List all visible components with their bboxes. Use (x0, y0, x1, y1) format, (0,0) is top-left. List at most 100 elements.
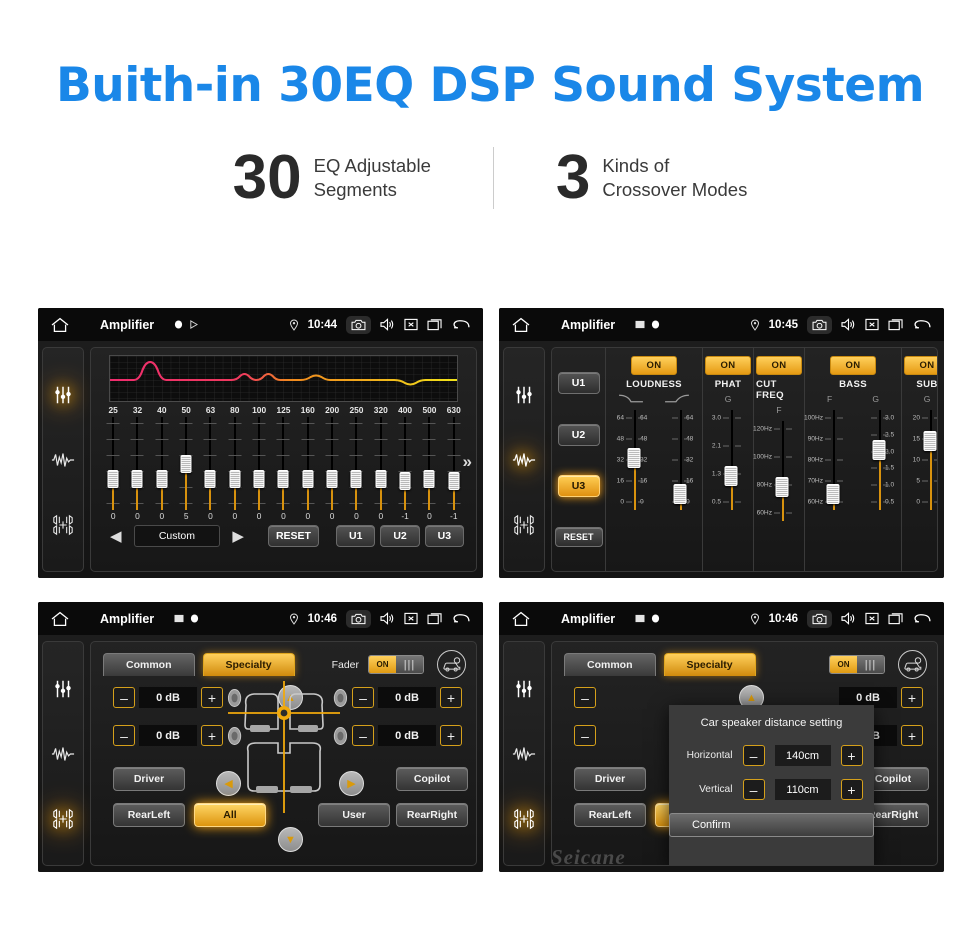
eq-slider-band-32[interactable] (125, 417, 149, 510)
slider-knob[interactable] (775, 477, 789, 497)
camera-icon[interactable] (346, 315, 371, 334)
preset-u1-button[interactable]: U1 (336, 525, 376, 547)
close-box-icon[interactable] (865, 318, 879, 331)
preset-u2-button[interactable]: U2 (380, 525, 420, 547)
minus-button[interactable]: – (352, 725, 374, 746)
position-rearleft-button[interactable]: RearLeft (574, 803, 646, 827)
slider-knob[interactable] (923, 431, 937, 451)
back-arrow-icon[interactable] (913, 612, 932, 625)
slider-knob[interactable] (180, 455, 192, 473)
volume-icon[interactable] (841, 318, 856, 331)
eq-slider-band-400[interactable] (393, 417, 417, 510)
back-arrow-icon[interactable] (452, 612, 471, 625)
position-user-button[interactable]: User (318, 803, 390, 827)
back-arrow-icon[interactable] (452, 318, 471, 331)
slider-knob[interactable] (448, 472, 460, 490)
preset-u2-button[interactable]: U2 (557, 423, 600, 446)
position-rearleft-button[interactable]: RearLeft (113, 803, 185, 827)
home-icon[interactable] (511, 317, 531, 333)
eq-slider-band-125[interactable] (271, 417, 295, 510)
waveform-icon[interactable] (511, 741, 537, 767)
slider-knob[interactable] (277, 470, 289, 488)
preset-u1-button[interactable]: U1 (557, 371, 600, 394)
slider-knob[interactable] (131, 470, 143, 488)
car-gear-icon[interactable] (437, 650, 466, 679)
dsp-slider[interactable]: 3.0 2.5 2.0 1.5 1.0 0.5 (853, 406, 899, 514)
slider-knob[interactable] (872, 440, 886, 460)
eq-slider-band-25[interactable] (101, 417, 125, 510)
right-triangle-icon[interactable]: ▶ (225, 527, 251, 545)
position-driver-button[interactable]: Driver (574, 767, 646, 791)
slider-knob[interactable] (204, 470, 216, 488)
power-toggle-button[interactable]: ON (904, 356, 937, 375)
balance-icon[interactable] (50, 512, 76, 538)
eq-slider-band-100[interactable] (247, 417, 271, 510)
dsp-slider[interactable]: 644832160644832160 (608, 406, 654, 514)
minus-button[interactable]: – (574, 687, 596, 708)
minus-button[interactable]: – (742, 745, 765, 766)
power-toggle-button[interactable]: ON (631, 356, 677, 375)
dsp-slider[interactable]: 3.0 2.1 1.3 0.5 (705, 406, 751, 514)
slider-knob[interactable] (229, 470, 241, 488)
equalizer-icon[interactable] (50, 676, 76, 702)
preset-display[interactable]: Custom (133, 525, 221, 547)
slider-knob[interactable] (326, 470, 338, 488)
plus-button[interactable]: + (201, 687, 223, 708)
eq-slider-band-200[interactable] (320, 417, 344, 510)
position-copilot-button[interactable]: Copilot (396, 767, 468, 791)
double-chevron-right-icon[interactable]: » (463, 452, 472, 472)
slider-knob[interactable] (724, 466, 738, 486)
eq-slider-band-320[interactable] (369, 417, 393, 510)
tab-specialty[interactable]: Specialty (202, 653, 295, 676)
dsp-slider[interactable]: 120Hz 100Hz 80Hz 60Hz (753, 417, 802, 525)
camera-icon[interactable] (346, 609, 371, 628)
plus-button[interactable]: + (201, 725, 223, 746)
eq-slider-band-50[interactable] (174, 417, 198, 510)
position-rearright-button[interactable]: RearRight (396, 803, 468, 827)
slider-knob[interactable] (423, 470, 435, 488)
close-box-icon[interactable] (865, 612, 879, 625)
camera-icon[interactable] (807, 315, 832, 334)
volume-icon[interactable] (841, 612, 856, 625)
eq-slider-band-250[interactable] (344, 417, 368, 510)
equalizer-icon[interactable] (50, 382, 76, 408)
plus-button[interactable]: + (901, 687, 923, 708)
car-gear-icon[interactable] (898, 650, 927, 679)
slider-knob[interactable] (826, 484, 840, 504)
eq-slider-band-500[interactable] (417, 417, 441, 510)
position-all-button[interactable]: All (194, 803, 266, 827)
dsp-slider[interactable]: 20 15 10 5 0 (904, 406, 937, 514)
preset-u3-button[interactable]: U3 (557, 475, 600, 498)
camera-icon[interactable] (807, 609, 832, 628)
balance-icon[interactable] (511, 806, 537, 832)
slider-knob[interactable] (627, 448, 641, 468)
power-toggle-button[interactable]: ON (705, 356, 751, 375)
reset-button[interactable]: RESET (554, 527, 603, 548)
minus-button[interactable]: – (352, 687, 374, 708)
minus-button[interactable]: – (742, 779, 765, 800)
equalizer-icon[interactable] (511, 676, 537, 702)
plus-button[interactable]: + (440, 725, 462, 746)
equalizer-icon[interactable] (511, 382, 537, 408)
right-triangle-icon[interactable]: ▶ (339, 771, 364, 796)
waveform-icon[interactable] (50, 741, 76, 767)
eq-slider-bank[interactable] (101, 417, 466, 510)
volume-icon[interactable] (380, 318, 395, 331)
home-icon[interactable] (50, 317, 70, 333)
recents-icon[interactable] (427, 612, 443, 625)
reset-button[interactable]: RESET (267, 525, 320, 547)
recents-icon[interactable] (888, 318, 904, 331)
eq-slider-band-160[interactable] (296, 417, 320, 510)
home-icon[interactable] (50, 611, 70, 627)
back-arrow-icon[interactable] (913, 318, 932, 331)
tab-common[interactable]: Common (564, 653, 656, 676)
preset-u3-button[interactable]: U3 (424, 525, 465, 547)
balance-icon[interactable] (50, 806, 76, 832)
fader-toggle[interactable]: ON ||| (368, 655, 424, 674)
dsp-slider[interactable]: 100Hz 90Hz 80Hz 70Hz 60Hz (804, 406, 853, 514)
close-box-icon[interactable] (404, 612, 418, 625)
minus-button[interactable]: – (113, 725, 135, 746)
left-triangle-icon[interactable]: ◀ (103, 527, 129, 545)
plus-button[interactable]: + (440, 687, 462, 708)
recents-icon[interactable] (888, 612, 904, 625)
